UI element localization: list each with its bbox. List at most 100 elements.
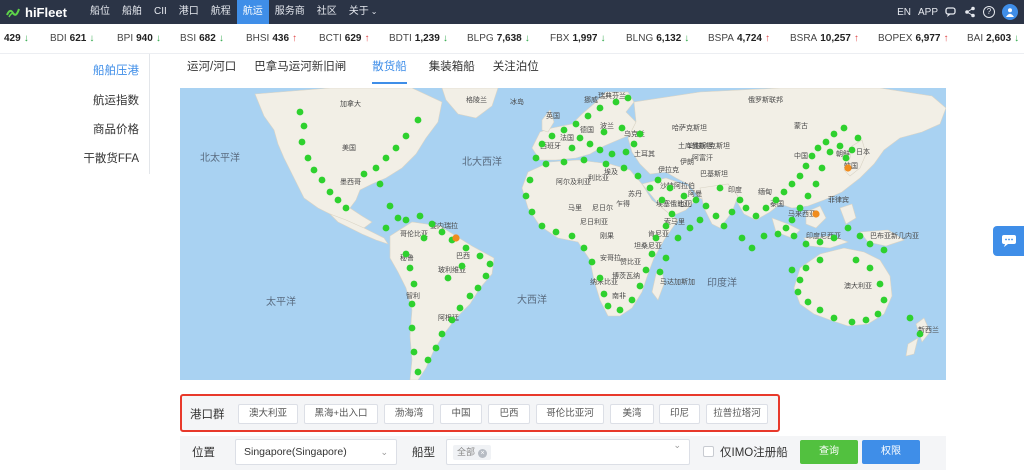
- port-marker[interactable]: [414, 116, 422, 124]
- port-marker[interactable]: [620, 164, 628, 172]
- port-marker[interactable]: [788, 216, 796, 224]
- port-marker[interactable]: [862, 316, 870, 324]
- port-marker[interactable]: [752, 212, 760, 220]
- port-marker[interactable]: [628, 296, 636, 304]
- port-marker[interactable]: [808, 152, 816, 160]
- port-marker[interactable]: [438, 228, 446, 236]
- port-marker[interactable]: [658, 196, 666, 204]
- port-marker[interactable]: [600, 290, 608, 298]
- port-marker[interactable]: [334, 196, 342, 204]
- ticker-item[interactable]: BOPEX 6,977 ↑: [878, 33, 949, 44]
- port-marker[interactable]: [386, 202, 394, 210]
- port-marker[interactable]: [814, 144, 822, 152]
- nav-item-8[interactable]: 关于 ⌄: [343, 0, 384, 24]
- port-marker[interactable]: [662, 254, 670, 262]
- sidebar-item-0[interactable]: 船舶压港: [93, 62, 139, 78]
- help-icon[interactable]: ?: [983, 6, 995, 18]
- port-marker[interactable]: [456, 304, 464, 312]
- port-marker[interactable]: [342, 204, 350, 212]
- port-marker[interactable]: [636, 282, 644, 290]
- port-marker[interactable]: [634, 172, 642, 180]
- port-marker[interactable]: [816, 256, 824, 264]
- port-marker[interactable]: [738, 234, 746, 242]
- port-group-button[interactable]: 巴西: [488, 404, 530, 424]
- port-marker[interactable]: [584, 112, 592, 120]
- port-group-button[interactable]: 澳大利亚: [238, 404, 298, 424]
- port-marker[interactable]: [848, 318, 856, 326]
- hifleet-logo[interactable]: hiFleet: [6, 4, 67, 20]
- sidebar-item-3[interactable]: 干散货FFA: [83, 150, 139, 166]
- port-marker[interactable]: [826, 148, 834, 156]
- port-marker[interactable]: [392, 144, 400, 152]
- port-group-button[interactable]: 中国: [440, 404, 482, 424]
- port-congestion-map[interactable]: 北太平洋 北大西洋 太平洋 大西洋 印度洋 加拿大 美国 墨西哥 哥伦比亚 委内瑞拉 秘鲁 巴西 玻利…: [180, 88, 946, 380]
- port-marker[interactable]: [652, 234, 660, 242]
- port-marker[interactable]: [600, 128, 608, 136]
- port-marker[interactable]: [602, 160, 610, 168]
- port-marker[interactable]: [686, 224, 694, 232]
- port-marker[interactable]: [532, 154, 540, 162]
- port-marker[interactable]: [596, 146, 604, 154]
- port-marker[interactable]: [840, 124, 848, 132]
- imo-only-checkbox[interactable]: [703, 446, 714, 457]
- port-group-button[interactable]: 哥伦比亚河: [536, 404, 604, 424]
- ticker-item[interactable]: BDI 621 ↓: [50, 33, 94, 44]
- port-marker[interactable]: [702, 202, 710, 210]
- port-marker[interactable]: [474, 284, 482, 292]
- port-marker[interactable]: [612, 98, 620, 106]
- port-marker[interactable]: [630, 140, 638, 148]
- port-marker[interactable]: [616, 306, 624, 314]
- nav-item-5[interactable]: 航运: [236, 0, 269, 24]
- port-group-button[interactable]: 美湾: [610, 404, 654, 424]
- language-switch[interactable]: EN: [897, 7, 911, 18]
- port-marker[interactable]: [402, 250, 410, 258]
- ticker-item[interactable]: BSPA 4,724 ↑: [708, 33, 770, 44]
- port-marker[interactable]: [790, 232, 798, 240]
- port-marker[interactable]: [874, 310, 882, 318]
- port-group-button[interactable]: 黑海+出入口: [304, 404, 378, 424]
- port-marker[interactable]: [618, 124, 626, 132]
- port-marker[interactable]: [486, 260, 494, 268]
- port-marker[interactable]: [402, 216, 410, 224]
- port-group-button[interactable]: 印尼: [659, 404, 700, 424]
- port-marker[interactable]: [782, 224, 790, 232]
- port-marker[interactable]: [876, 280, 884, 288]
- port-marker[interactable]: [854, 134, 862, 142]
- port-marker[interactable]: [666, 184, 674, 192]
- ticker-item[interactable]: BPI 940 ↓: [117, 33, 161, 44]
- position-select[interactable]: Singapore(Singapore) ⌄: [235, 439, 397, 465]
- port-marker[interactable]: [654, 176, 662, 184]
- nav-item-6[interactable]: 服务商: [269, 0, 311, 24]
- nav-item-3[interactable]: 港口: [173, 0, 205, 24]
- port-marker[interactable]: [416, 212, 424, 220]
- port-marker[interactable]: [680, 192, 688, 200]
- port-marker[interactable]: [310, 166, 318, 174]
- port-marker[interactable]: [538, 222, 546, 230]
- chat-support-button[interactable]: [993, 226, 1024, 256]
- port-marker[interactable]: [410, 280, 418, 288]
- user-avatar-icon[interactable]: [1002, 4, 1018, 20]
- port-marker[interactable]: [830, 234, 838, 242]
- port-marker[interactable]: [648, 250, 656, 258]
- port-marker[interactable]: [408, 324, 416, 332]
- port-marker[interactable]: [406, 264, 414, 272]
- port-marker[interactable]: [636, 130, 644, 138]
- port-marker[interactable]: [462, 244, 470, 252]
- port-marker[interactable]: [382, 154, 390, 162]
- query-button[interactable]: 查询: [800, 440, 858, 464]
- port-marker[interactable]: [438, 330, 446, 338]
- port-marker[interactable]: [538, 140, 546, 148]
- port-marker[interactable]: [842, 154, 850, 162]
- port-marker[interactable]: [802, 162, 810, 170]
- port-marker[interactable]: [526, 176, 534, 184]
- port-marker[interactable]: [326, 188, 334, 196]
- port-marker[interactable]: [802, 240, 810, 248]
- ticker-item[interactable]: BSI 682 ↓: [180, 33, 224, 44]
- port-marker[interactable]: [720, 222, 728, 230]
- port-marker[interactable]: [674, 234, 682, 242]
- port-marker[interactable]: [728, 208, 736, 216]
- port-marker[interactable]: [360, 170, 368, 178]
- nav-item-7[interactable]: 社区: [311, 0, 343, 24]
- port-marker[interactable]: [622, 148, 630, 156]
- port-marker[interactable]: [830, 314, 838, 322]
